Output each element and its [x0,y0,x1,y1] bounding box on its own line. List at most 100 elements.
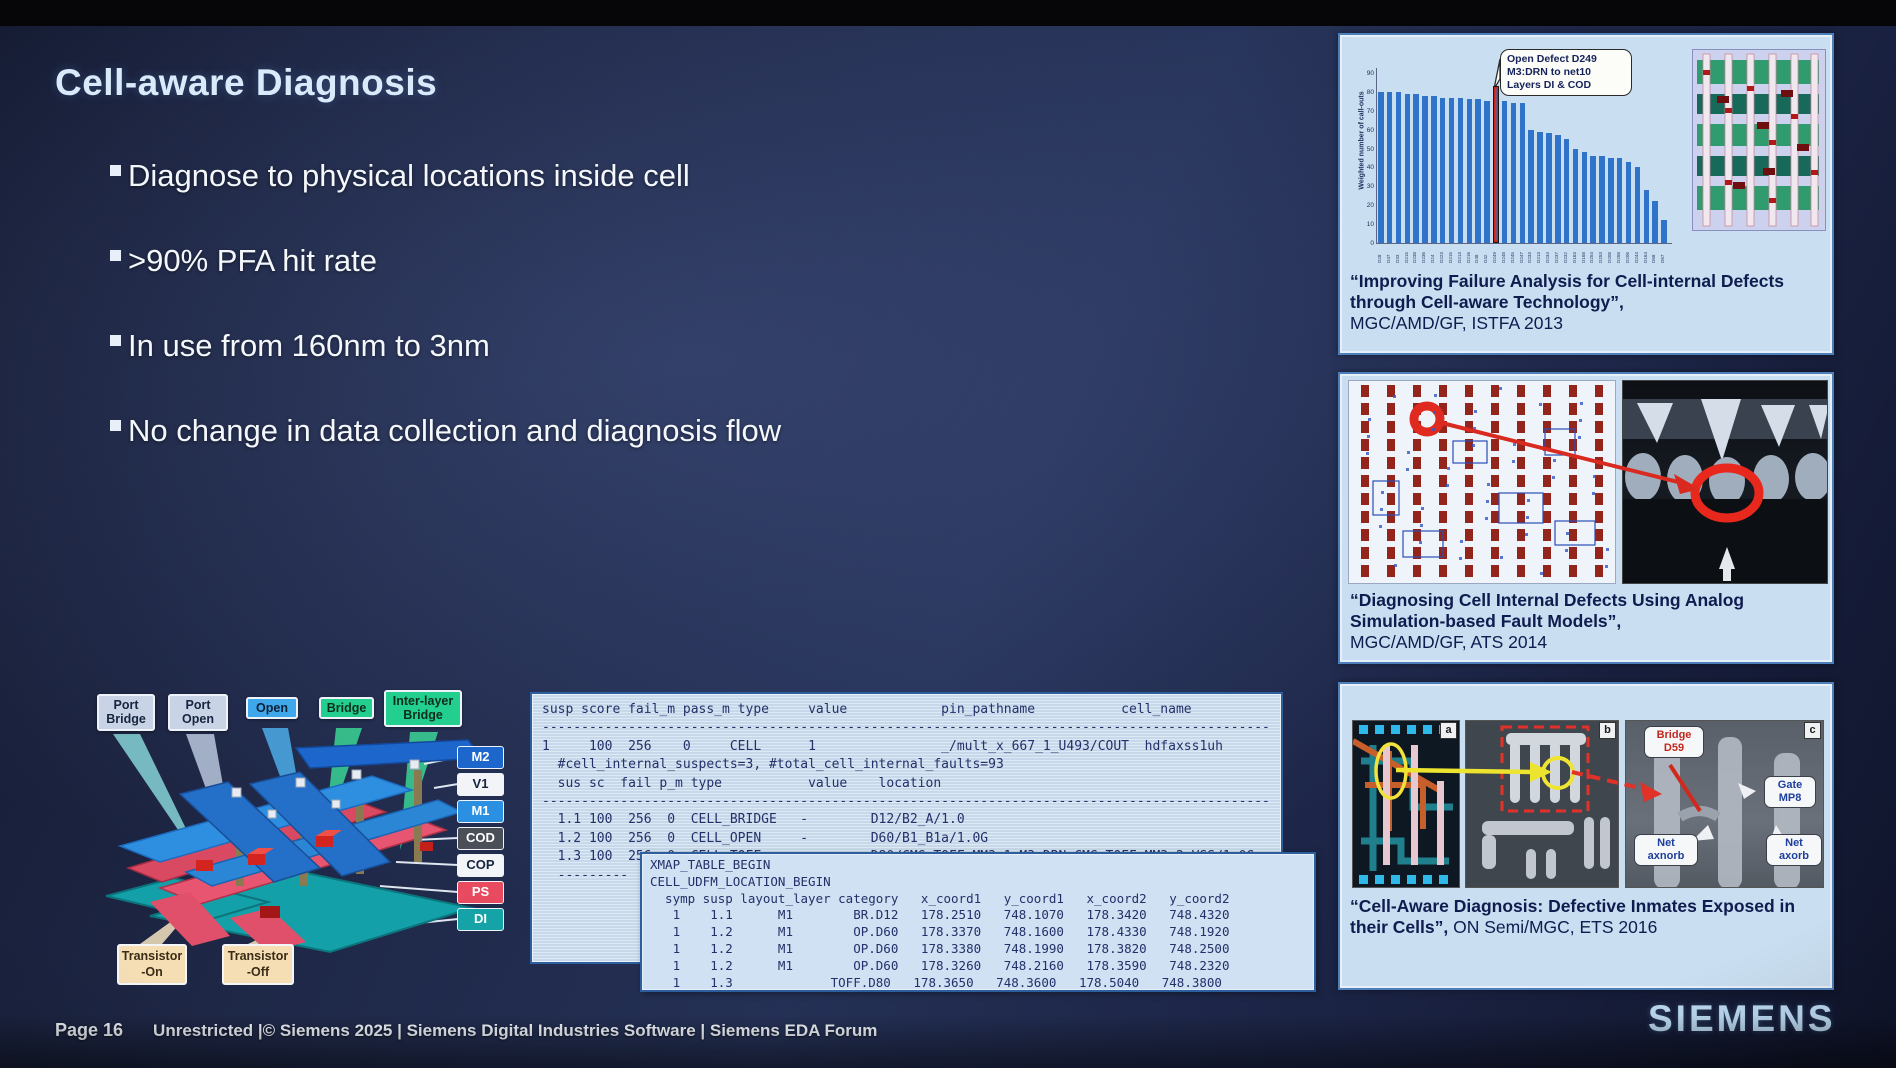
bar [1546,133,1552,243]
bar [1626,162,1632,243]
layer-label-m1: M1 [457,800,504,823]
bar [1458,98,1464,243]
noise-dot [1525,533,1528,536]
bar [1431,96,1437,243]
chart-x-tick: D254 [1589,245,1594,263]
chart-y-tick: 30 [1350,183,1374,190]
terminal-line: #cell_internal_suspects=3, #total_cell_i… [542,756,1277,774]
noise-dot [1565,549,1568,552]
noise-dot [1539,403,1542,406]
layer-label-m2: M2 [457,746,504,769]
noise-dot [1459,557,1462,560]
noise-dot [1512,460,1515,463]
bar [1440,98,1446,243]
annotation-line: Open Defect D249 [1507,53,1625,66]
bar [1387,92,1393,243]
noise-dot [1527,499,1530,502]
noise-dot [1592,492,1595,495]
chart-x-tick: D249 [1492,245,1497,263]
page-number: Page 16 [55,1020,123,1041]
transistor-label-on: Transistor -On [117,944,187,985]
chart-x-tick: D234 [1545,245,1550,263]
bar [1661,220,1667,243]
bar [1537,132,1543,243]
chart-x-tick: D247 [1519,245,1524,263]
bar [1520,103,1526,243]
chart-x-tick: D213 [1536,245,1541,263]
layer-label-cod: COD [457,827,504,850]
bar [1378,92,1384,243]
chart-x-tick: D33 [1395,245,1400,263]
noise-dot [1513,443,1516,446]
xmap-line: 1 1.2 M1 OP.D60 178.3380 748.1990 178.38… [650,941,1310,958]
chart-x-tick: D237 [1554,245,1559,263]
sem-b-art [1466,721,1619,888]
chart-x-tick: D163 [1572,245,1577,263]
noise-dot [1406,468,1409,471]
chart-x-axis [1376,243,1672,244]
noise-dot [1368,418,1371,421]
noise-dot [1381,491,1384,494]
noise-dot [1394,564,1397,567]
bar [1467,99,1473,243]
reference-panel-ets2016: Bridge D59 Gate MP8 Net axnorb Net axorb… [1338,682,1834,990]
bar [1396,92,1402,243]
bar [1635,167,1641,243]
noise-dot [1380,508,1383,511]
bar [1528,130,1534,243]
chart-x-tick: D206 [1625,245,1630,263]
chart-y-tick: 80 [1350,89,1374,96]
terminal-line: ----------------------------------------… [542,793,1277,811]
defect-label-open: Open [246,697,298,719]
chart-x-tick: D216 [1466,245,1471,263]
chart-x-tick: D232 [1563,245,1568,263]
citation-source: ON Semi/MGC, ETS 2016 [1453,917,1657,937]
m2-bar [296,740,482,768]
xmap-line: 1 1.2 M1 OP.D60 178.3370 748.1600 178.43… [650,924,1310,941]
annotation-line: Layers DI & COD [1507,79,1625,92]
chart-y-tick: 20 [1350,202,1374,209]
layer-label-cop: COP [457,854,504,877]
annotation-line: M3:DRN to net10 [1507,66,1625,79]
bar [1599,156,1605,243]
noise-dot [1407,451,1410,454]
defect-label-inter-layer-bridge: Inter-layer Bridge [384,690,462,727]
terminal-line: susp score fail_m pass_m type value pin_… [542,701,1277,719]
chart-x-tick: D168 [1581,245,1586,263]
citation-title: “Improving Failure Analysis for Cell-int… [1350,271,1784,312]
noise-dot [1500,556,1503,559]
bar [1475,99,1481,243]
bar [1405,94,1411,243]
bar [1413,94,1419,243]
cell-diagram: Port BridgePort OpenOpenBridgeInter-laye… [0,0,560,1068]
noise-dot [1473,427,1476,430]
siemens-logo: SIEMENS [1648,998,1836,1040]
chart-x-tick: D28 [1377,245,1382,263]
bar [1502,101,1508,243]
bar-highlighted [1493,86,1499,243]
reference-panel-ats2014: “Diagnosing Cell Internal Defects Using … [1338,372,1834,664]
chart-x-tick: D208 [1607,245,1612,263]
noise-dot [1605,565,1608,568]
noise-dot [1485,517,1488,520]
transistor-label-off: Transistor -Off [222,944,294,985]
xmap-line: XMAP_TABLE_BEGIN [650,857,1310,874]
chart-annotation: Open Defect D249 M3:DRN to net10 Layers … [1500,49,1632,96]
sub-image-letter-b: b [1599,722,1616,739]
bar [1608,158,1614,243]
gate-callout: Gate MP8 [1764,776,1816,808]
inset-diffusion-grid [1697,60,1819,210]
xmap-line: 1 1.3 TOFF.D80 178.3650 748.3600 178.504… [650,975,1310,992]
chart-y-tick: 40 [1350,164,1374,171]
bridge-callout: Bridge D59 [1644,726,1704,758]
chart-y-tick: 60 [1350,127,1374,134]
noise-dot [1499,387,1502,390]
noise-dot [1566,532,1569,535]
citation-istfa2013: “Improving Failure Analysis for Cell-int… [1350,271,1824,334]
noise-dot [1433,411,1436,414]
net-axorb-callout: Net axorb [1766,834,1822,866]
noise-dot [1553,459,1556,462]
citation-source: MGC/AMD/GF, ISTFA 2013 [1350,313,1824,334]
chart-x-tick: D164 [1643,245,1648,263]
noise-dot [1552,476,1555,479]
